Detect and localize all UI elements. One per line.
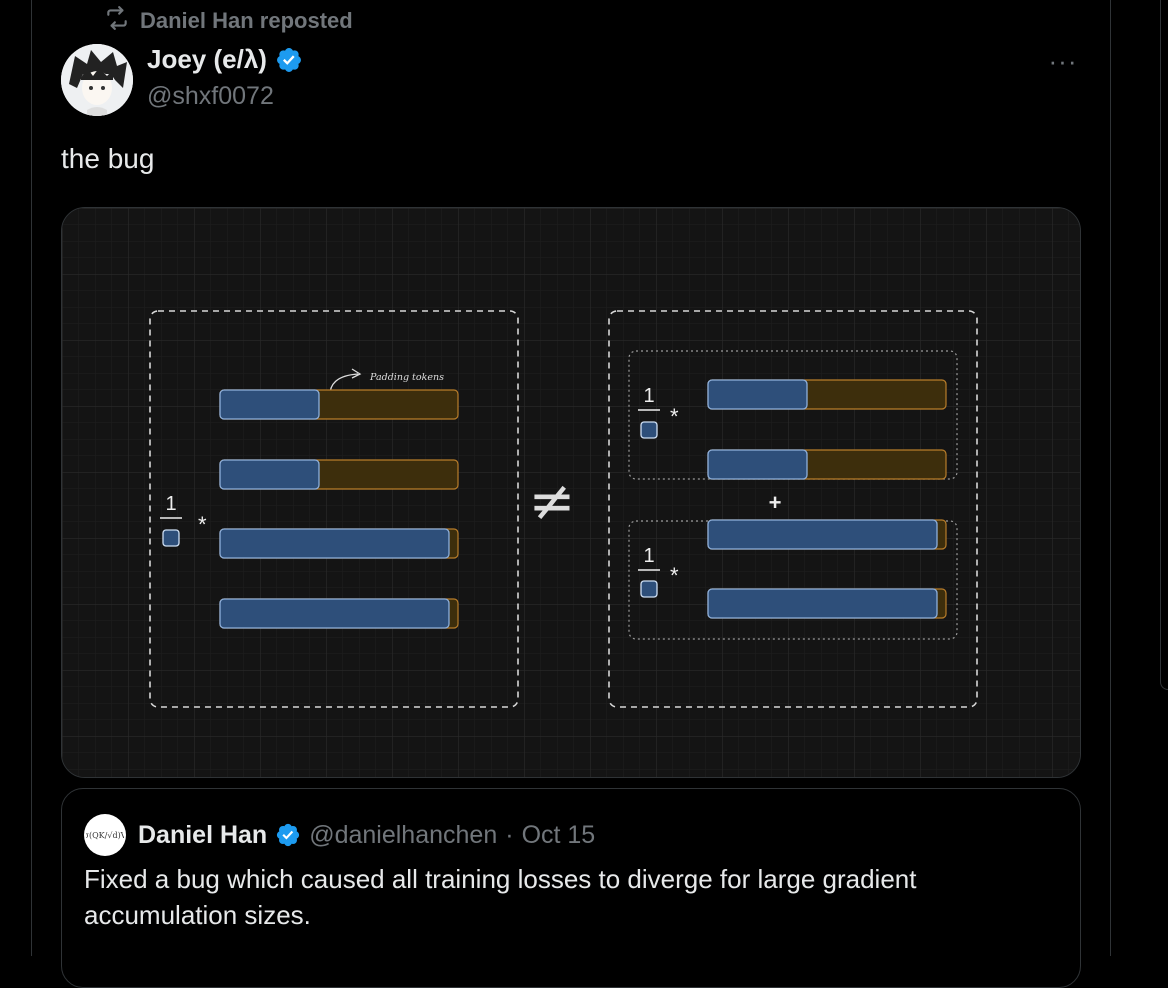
svg-text:1: 1 bbox=[643, 545, 654, 567]
svg-text:σ(QK/√d)V: σ(QK/√d)V bbox=[86, 831, 124, 840]
author-avatar[interactable] bbox=[61, 44, 133, 116]
svg-text:*: * bbox=[670, 563, 679, 588]
tweet-text: the bug bbox=[61, 143, 155, 174]
repost-icon bbox=[104, 5, 130, 37]
tweet-media-image[interactable]: Padding tokens 1 * ≠ 1 * + 1 * bbox=[61, 207, 1081, 778]
column-border-right bbox=[1110, 0, 1111, 956]
quoted-tweet[interactable]: σ(QK/√d)V Daniel Han @danielhanchen · Oc… bbox=[61, 788, 1081, 988]
svg-text:*: * bbox=[670, 404, 679, 429]
repost-label: Daniel Han reposted bbox=[140, 8, 353, 33]
svg-text:1: 1 bbox=[165, 493, 176, 515]
meta-separator: · bbox=[505, 820, 514, 849]
denominator-box-icon bbox=[640, 421, 658, 439]
not-equal-sign: ≠ bbox=[529, 469, 576, 534]
verified-badge-icon bbox=[275, 822, 301, 848]
quoted-author-handle[interactable]: @danielhanchen bbox=[309, 821, 497, 850]
column-border-left bbox=[31, 0, 32, 956]
sidebar-edge bbox=[1160, 0, 1168, 690]
annotation-label: Padding tokens bbox=[369, 372, 444, 383]
quoted-author-name[interactable]: Daniel Han bbox=[138, 821, 267, 850]
svg-text:1: 1 bbox=[643, 385, 654, 407]
quoted-author-avatar[interactable]: σ(QK/√d)V bbox=[84, 814, 126, 856]
author-handle[interactable]: @shxf0072 bbox=[147, 82, 274, 111]
quoted-tweet-text: Fixed a bug which caused all training lo… bbox=[84, 864, 917, 930]
quoted-date[interactable]: Oct 15 bbox=[522, 821, 596, 850]
plus-sign: + bbox=[769, 490, 782, 515]
more-options-button[interactable]: ··· bbox=[1046, 46, 1080, 76]
denominator-box-icon bbox=[640, 580, 658, 598]
author-name[interactable]: Joey (e/λ) bbox=[147, 44, 267, 75]
svg-text:*: * bbox=[198, 512, 207, 537]
denominator-box-icon bbox=[162, 529, 180, 547]
repost-indicator[interactable]: Daniel Han reposted bbox=[104, 5, 353, 37]
verified-badge-icon bbox=[275, 46, 303, 74]
